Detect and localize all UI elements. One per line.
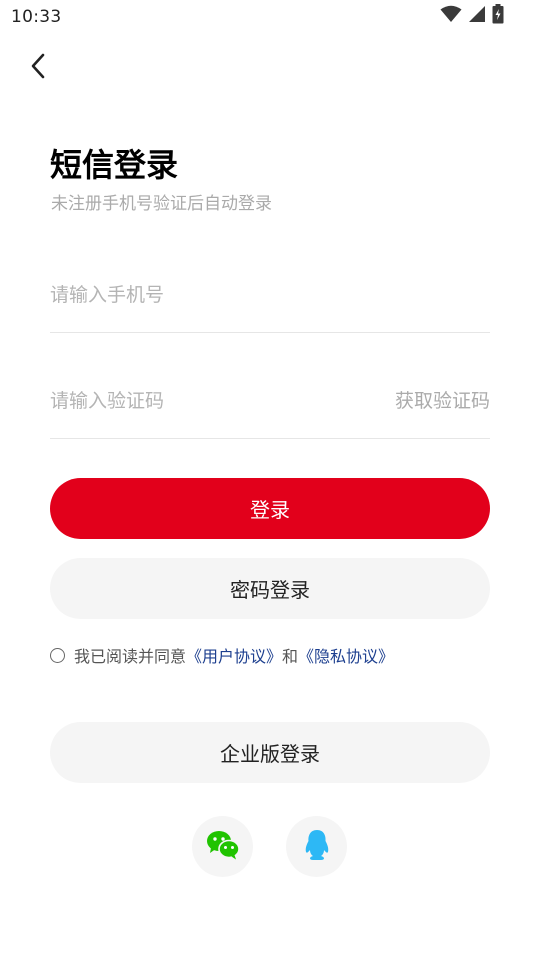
signal-icon [468, 5, 486, 27]
page-title: 短信登录 [50, 146, 179, 184]
back-button[interactable] [22, 50, 54, 86]
qq-login-button[interactable] [286, 816, 347, 877]
agreement-row: 我已阅读并同意 《用户协议》 和 《隐私协议》 [50, 642, 394, 668]
privacy-policy-link[interactable]: 《隐私协议》 [298, 643, 394, 667]
phone-input[interactable] [50, 266, 490, 324]
agreement-conjunction: 和 [282, 647, 299, 666]
user-agreement-link[interactable]: 《用户协议》 [186, 643, 282, 667]
page-subtitle: 未注册手机号验证后自动登录 [51, 194, 272, 214]
phone-field-row [50, 266, 490, 333]
login-button[interactable]: 登录 [50, 478, 490, 539]
code-field-row: 获取验证码 [50, 372, 490, 439]
wechat-icon [206, 830, 240, 864]
enterprise-login-button[interactable]: 企业版登录 [50, 722, 490, 783]
wifi-icon [440, 5, 462, 27]
chevron-left-icon [29, 52, 47, 84]
status-time: 10:33 [11, 7, 62, 27]
get-code-button[interactable]: 获取验证码 [395, 372, 490, 430]
agreement-prefix: 我已阅读并同意 [74, 647, 187, 666]
verification-code-input[interactable] [50, 372, 350, 430]
qq-icon [303, 829, 331, 865]
agree-checkbox[interactable] [50, 647, 65, 663]
wechat-login-button[interactable] [192, 816, 253, 877]
status-bar: 10:33 [0, 0, 540, 34]
battery-charging-icon [492, 4, 504, 28]
password-login-button[interactable]: 密码登录 [50, 558, 490, 619]
status-icons [440, 4, 504, 28]
